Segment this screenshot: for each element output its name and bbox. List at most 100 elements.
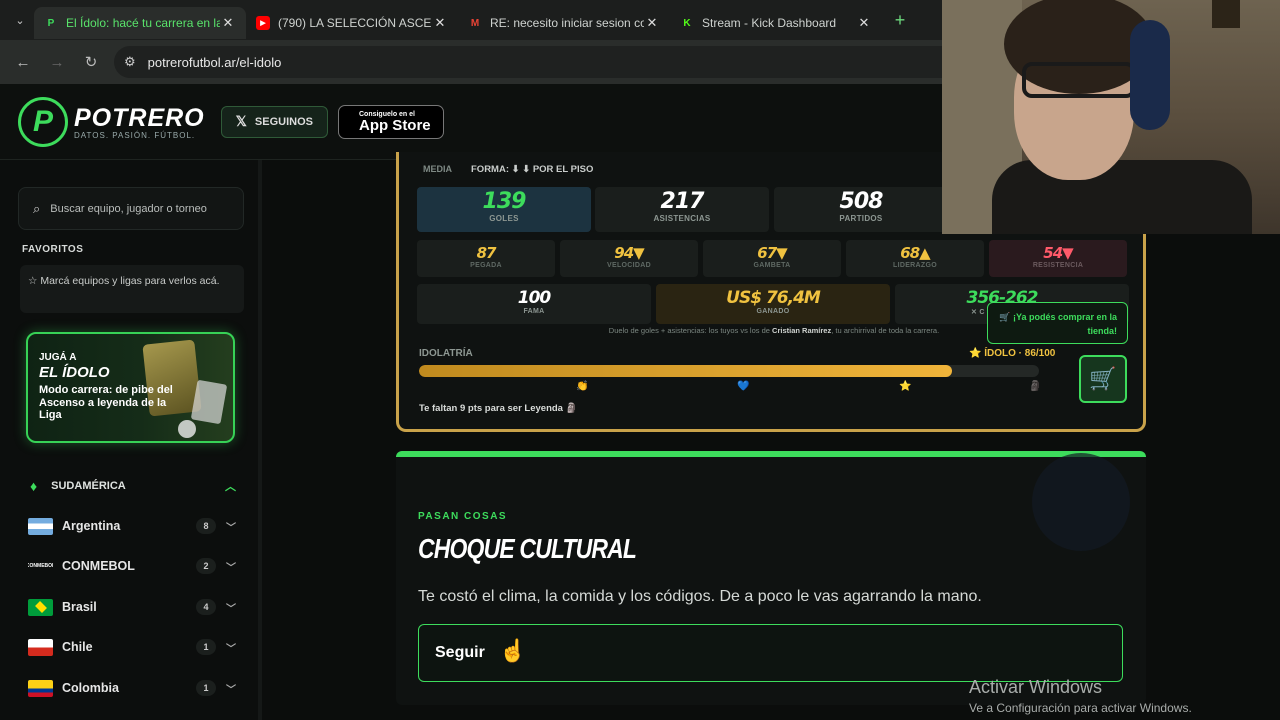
event-kicker: PASAN COSAS xyxy=(418,511,508,522)
el-idolo-promo-banner[interactable]: JUGÁ A EL ÍDOLO Modo carrera: de pibe de… xyxy=(26,332,235,443)
attr-pegada: 87 PEGADA xyxy=(417,240,555,277)
chevron-down-icon[interactable]: ﹀ xyxy=(226,640,236,655)
sidebar-item-argentina[interactable]: Argentina 8 ﹀ xyxy=(28,514,236,538)
stat-asistencias: 217 ASISTENCIAS xyxy=(595,187,769,232)
search-icon: ⌕ xyxy=(33,200,41,216)
duel-suffix: , tu archirrival de toda la carrera. xyxy=(831,326,940,335)
chevron-down-icon[interactable]: ﹀ xyxy=(226,600,236,615)
brasil-flag-icon xyxy=(28,598,53,616)
chevron-down-icon[interactable]: ﹀ xyxy=(226,559,236,574)
argentina-flag-icon xyxy=(28,517,53,535)
appstore-big-label: App Store xyxy=(358,116,431,134)
attr-value: 54▼ xyxy=(1043,244,1073,262)
idolatria-progress-fill xyxy=(419,365,953,377)
soccer-ball-icon xyxy=(178,420,196,438)
webcam-poster xyxy=(1212,0,1240,28)
shop-cart-button[interactable]: 🛒 xyxy=(1079,355,1127,403)
forma-label: FORMA: ⬇ ⬇ POR EL PISO xyxy=(471,164,594,175)
stat-value: US$ 76,4M xyxy=(726,288,821,308)
tab-title: Stream - Kick Dashboard xyxy=(702,16,837,30)
brand-name: POTRERO xyxy=(74,103,205,132)
tab-youtube[interactable]: ▶ (790) LA SELECCIÓN ASCENDI ✕ xyxy=(246,7,458,39)
attr-velocidad: 94▼ VELOCIDAD xyxy=(560,240,698,277)
back-arrow-icon[interactable]: ← xyxy=(12,54,34,71)
webcam-glasses xyxy=(1022,62,1136,98)
search-input[interactable]: ⌕ Buscar equipo, jugador o torneo xyxy=(18,187,244,230)
attr-resistencia: 54▼ RESISTENCIA xyxy=(989,240,1127,277)
tab-gmail[interactable]: M RE: necesito iniciar sesion con ✕ xyxy=(458,7,670,39)
potrero-logo-icon[interactable]: P xyxy=(18,96,68,147)
promo-description: Modo carrera: de pibe del Ascenso a leye… xyxy=(39,384,173,421)
chile-flag-icon xyxy=(28,638,53,656)
chevron-down-icon[interactable]: ﹀ xyxy=(226,519,236,534)
tab-kick[interactable]: K Stream - Kick Dashboard ✕ xyxy=(670,7,882,39)
attr-label: PEGADA xyxy=(470,262,502,269)
webcam-overlay xyxy=(942,0,1280,234)
stat-label: GOLES xyxy=(489,214,519,223)
league-count-badge: 2 xyxy=(196,558,216,574)
stat-goles: 139 GOLES xyxy=(417,187,591,232)
stat-value: 508 xyxy=(839,189,884,214)
stat-fama: 100 FAMA xyxy=(417,284,651,324)
clap-milestone-icon: 👏 xyxy=(576,381,589,392)
idolo-card-image xyxy=(190,379,228,425)
potrero-favicon-icon: P xyxy=(47,17,55,29)
webcam-shirt xyxy=(992,160,1252,234)
moai-milestone-icon: 🗿 xyxy=(1029,381,1042,392)
brand-tagline: DATOS. PASIÓN. FÚTBOL. xyxy=(74,130,196,140)
activate-title: Activar Windows xyxy=(969,677,1103,697)
league-count-badge: 1 xyxy=(196,680,216,696)
forward-arrow-icon[interactable]: → xyxy=(46,54,68,71)
conmebol-logo-icon: CONMEBOL xyxy=(28,563,53,569)
brand-logo[interactable]: POTRERO DATOS. PASIÓN. FÚTBOL. xyxy=(74,104,205,140)
chevron-down-icon[interactable]: ﹀ xyxy=(226,681,236,696)
points-to-legend: Te faltan 9 pts para ser Leyenda 🗿 xyxy=(419,403,578,414)
reload-icon[interactable]: ↻ xyxy=(80,53,102,71)
country-name: Brasil xyxy=(62,600,97,614)
chevron-up-icon[interactable]: ︿ xyxy=(225,478,236,494)
stat-value: 217 xyxy=(660,189,705,214)
sidebar-item-colombia[interactable]: Colombia 1 ﹀ xyxy=(28,676,236,700)
tab-el-idolo[interactable]: P El Ídolo: hacé tu carrera en la ✕ xyxy=(34,7,246,39)
attr-gambeta: 67▼ GAMBETA xyxy=(703,240,841,277)
event-title: CHOQUE CULTURAL xyxy=(418,533,637,564)
stat-label: GANADO xyxy=(756,308,790,315)
attr-label: GAMBETA xyxy=(753,262,791,269)
sidebar-item-chile[interactable]: Chile 1 ﹀ xyxy=(28,635,236,659)
tab-title: El Ídolo: hacé tu carrera en la xyxy=(66,16,220,30)
soccer-ball-decoration-icon xyxy=(1032,453,1130,551)
follow-label: SEGUINOS xyxy=(254,115,313,128)
attr-label: LIDERAZGO xyxy=(893,262,937,269)
colombia-flag-icon xyxy=(28,679,53,697)
media-label: MEDIA xyxy=(423,164,452,174)
sidebar-item-brasil[interactable]: Brasil 4 ﹀ xyxy=(28,595,236,619)
close-icon[interactable]: ✕ xyxy=(856,15,872,31)
attr-label: VELOCIDAD xyxy=(607,262,651,269)
app-store-button[interactable]: Consiguelo en el App Store xyxy=(337,104,444,139)
region-sudamerica[interactable]: ♦ SUDAMÉRICA ︿ xyxy=(30,478,236,494)
shop-icon: 🛒 xyxy=(1089,366,1117,391)
sidebar-item-conmebol[interactable]: CONMEBOL CONMEBOL 2 ﹀ xyxy=(28,554,236,578)
close-icon[interactable]: ✕ xyxy=(220,15,236,31)
address-bar[interactable]: ⚙ potrerofutbol.ar/el-idolo xyxy=(114,46,1044,78)
attr-liderazgo: 68▲ LIDERAZGO xyxy=(846,240,984,277)
close-icon[interactable]: ✕ xyxy=(432,15,448,31)
site-info-icon[interactable]: ⚙ xyxy=(124,54,136,70)
stat-label: PARTIDOS xyxy=(839,214,883,223)
attr-value: 94▼ xyxy=(614,244,644,262)
kick-favicon-icon: K xyxy=(683,17,691,29)
country-name: CONMEBOL xyxy=(62,559,135,573)
new-tab-plus-icon[interactable]: + xyxy=(886,6,914,34)
x-logo-icon: 𝕏 xyxy=(235,113,247,129)
close-icon[interactable]: ✕ xyxy=(644,15,660,31)
duel-prefix: Duelo de goles + asistencias: los tuyos … xyxy=(608,326,770,335)
attr-label: RESISTENCIA xyxy=(1032,262,1084,269)
tab-search-icon[interactable]: ⌄ xyxy=(6,6,34,34)
windows-activation-watermark: Activar Windows Ve a Configuración para … xyxy=(969,677,1192,715)
idolatria-value: ⭐ ÍDOLO · 86/100 xyxy=(969,348,1056,359)
follow-x-button[interactable]: 𝕏 SEGUINOS xyxy=(220,105,328,138)
headset-icon xyxy=(1130,20,1170,130)
shop-tooltip: 🛒 ¡Ya podés comprar en la tienda! xyxy=(987,302,1128,344)
attr-value: 68▲ xyxy=(900,244,930,262)
league-count-badge: 4 xyxy=(196,599,216,615)
